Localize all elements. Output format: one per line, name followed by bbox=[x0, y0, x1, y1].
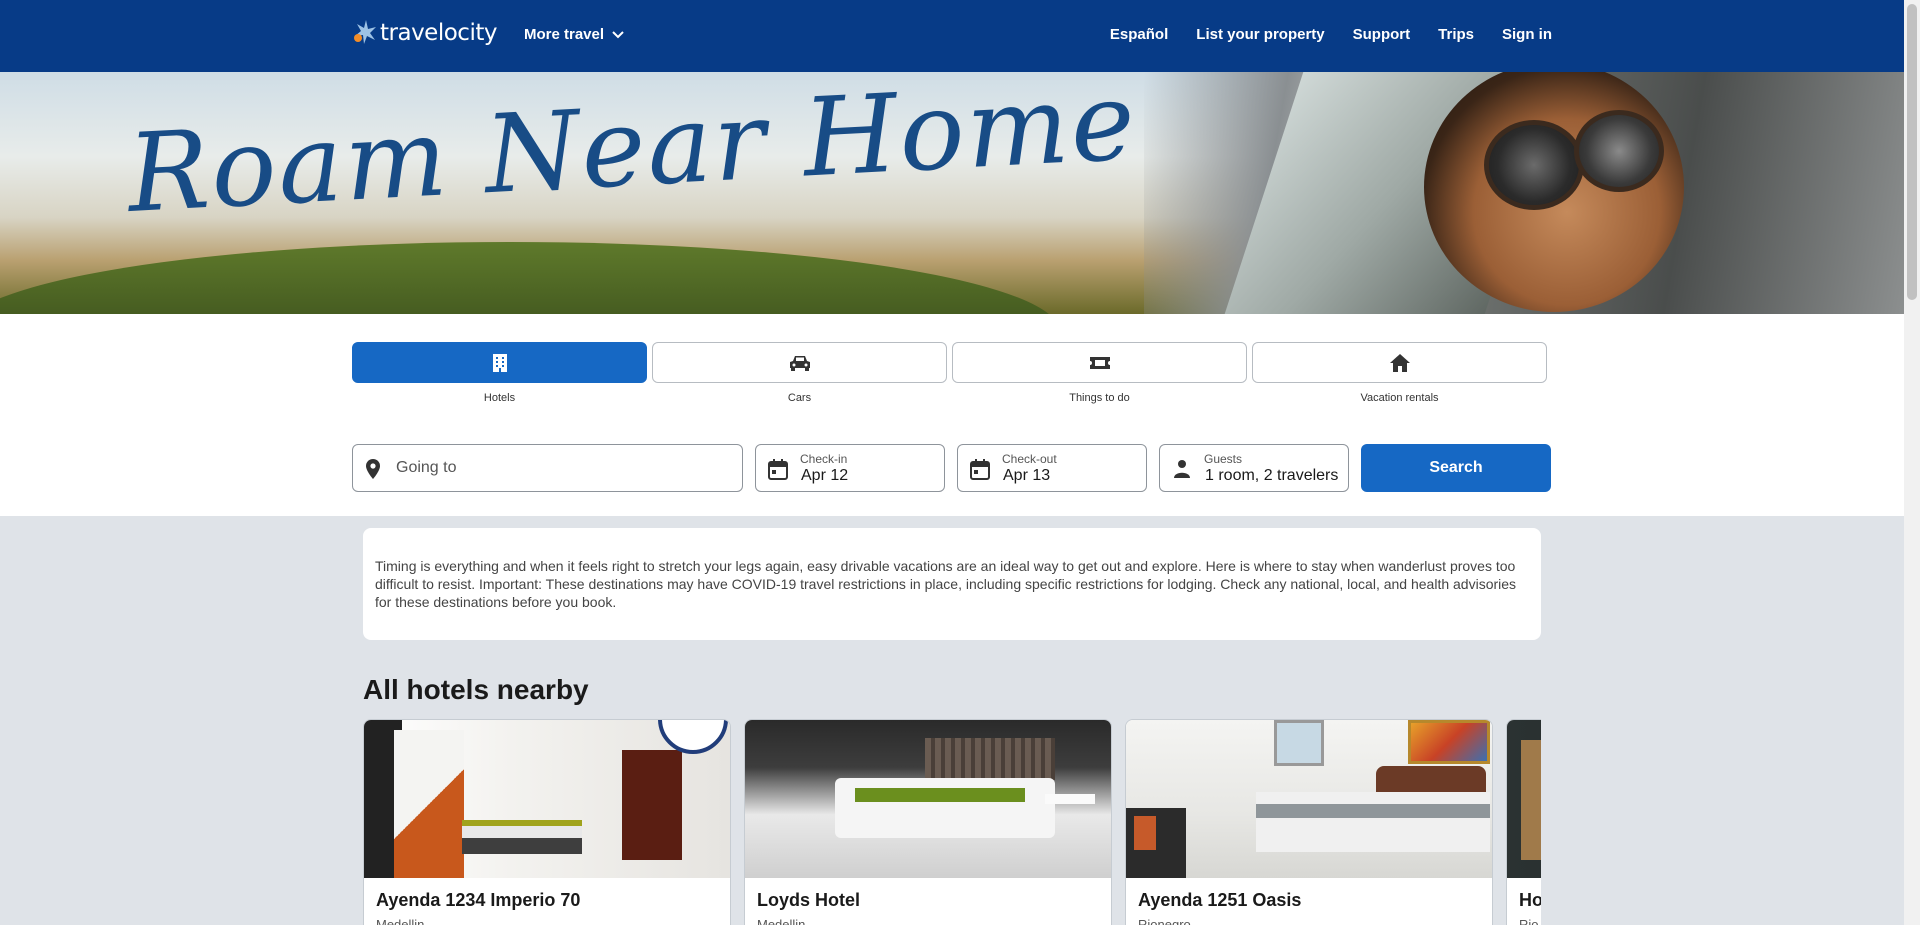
photo-bed-base bbox=[462, 838, 582, 854]
tab-vacation-rentals-button[interactable] bbox=[1252, 342, 1547, 383]
check-out-value: Apr 13 bbox=[1003, 467, 1051, 484]
photo-bed bbox=[835, 778, 1055, 838]
tab-hotels[interactable]: Hotels bbox=[352, 342, 647, 404]
nav-link-sign-in[interactable]: Sign in bbox=[1502, 26, 1552, 43]
check-in-value: Apr 12 bbox=[801, 467, 849, 484]
hotel-name[interactable]: Ayenda 1234 Imperio 70 bbox=[376, 890, 580, 911]
travelocity-logo[interactable]: travelocity bbox=[352, 18, 497, 48]
guests-value: 1 room, 2 travelers bbox=[1205, 467, 1339, 484]
scrollbar-thumb[interactable] bbox=[1907, 4, 1917, 300]
person-icon bbox=[1174, 460, 1190, 478]
hotel-photo[interactable] bbox=[1126, 720, 1492, 878]
page-scrollbar[interactable] bbox=[1904, 0, 1920, 925]
hotel-location: Rionegro bbox=[1138, 917, 1191, 925]
check-in-label: Check-in bbox=[800, 452, 848, 466]
nav-link-trips[interactable]: Trips bbox=[1438, 26, 1474, 43]
guests-label: Guests bbox=[1204, 452, 1243, 466]
tab-cars-button[interactable] bbox=[652, 342, 947, 383]
hero-hillside bbox=[0, 242, 1060, 314]
hotel-location: Rio bbox=[1519, 917, 1539, 925]
photo-bed bbox=[1256, 792, 1490, 852]
location-pin-icon bbox=[366, 459, 380, 479]
hotel-card[interactable]: Loyds Hotel Medellin bbox=[744, 719, 1112, 925]
hotel-location: Medellin bbox=[757, 917, 806, 925]
tab-cars-label: Cars bbox=[787, 392, 812, 404]
hotel-photo[interactable] bbox=[745, 720, 1111, 878]
intro-card: Timing is everything and when it feels r… bbox=[363, 528, 1541, 640]
photo-shelf bbox=[1045, 794, 1095, 804]
tab-things-to-do-button[interactable] bbox=[952, 342, 1247, 383]
more-travel-menu[interactable]: More travel bbox=[524, 26, 624, 43]
tab-hotels-label: Hotels bbox=[483, 392, 516, 404]
photo-headboard bbox=[925, 738, 1055, 780]
hotel-photo[interactable] bbox=[1507, 720, 1541, 878]
ticket-icon bbox=[1089, 356, 1110, 369]
photo-wardrobe bbox=[622, 750, 682, 860]
header-nav-links: Español List your property Support Trips… bbox=[1110, 26, 1552, 43]
nav-link-list-property[interactable]: List your property bbox=[1196, 26, 1324, 43]
logo-text: travelocity bbox=[380, 20, 497, 46]
going-to-field[interactable]: Going to bbox=[352, 444, 743, 492]
hotel-carousel: Ayenda 1234 Imperio 70 Medellin Loyds Ho… bbox=[363, 719, 1541, 925]
photo-bed-runner bbox=[1256, 804, 1490, 818]
chevron-down-icon bbox=[612, 30, 624, 38]
photo-window bbox=[1274, 720, 1324, 766]
calendar-icon bbox=[970, 459, 990, 480]
search-button[interactable]: Search bbox=[1361, 444, 1551, 492]
photo-bed-runner bbox=[855, 788, 1025, 802]
going-to-placeholder: Going to bbox=[396, 459, 457, 476]
search-section: Hotels Cars Things to do Vacation rental… bbox=[0, 314, 1904, 516]
hotel-search-form: Going to Check-in Apr 12 Check-out Apr 1… bbox=[352, 444, 1551, 492]
tab-cars[interactable]: Cars bbox=[652, 342, 947, 404]
check-in-field[interactable]: Check-in Apr 12 bbox=[755, 444, 945, 492]
photo-chair bbox=[1134, 816, 1156, 850]
hotel-name[interactable]: Ayenda 1251 Oasis bbox=[1138, 890, 1301, 911]
intro-text: Timing is everything and when it feels r… bbox=[375, 558, 1517, 610]
hotel-photo[interactable] bbox=[364, 720, 730, 878]
hotel-card[interactable]: Ayenda 1234 Imperio 70 Medellin bbox=[363, 719, 731, 925]
hotel-location: Medellin bbox=[376, 917, 425, 925]
more-travel-label: More travel bbox=[524, 26, 605, 43]
tab-things-to-do[interactable]: Things to do bbox=[952, 342, 1247, 404]
tab-things-to-do-label: Things to do bbox=[1069, 392, 1130, 404]
car-icon bbox=[789, 355, 810, 371]
check-out-label: Check-out bbox=[1002, 452, 1057, 466]
photo-painting bbox=[1408, 720, 1490, 764]
photo-wood-panel bbox=[1521, 740, 1541, 860]
guests-field[interactable]: Guests 1 room, 2 travelers bbox=[1159, 444, 1349, 492]
hero-banner: Roam Near Home bbox=[0, 72, 1904, 314]
nav-link-support[interactable]: Support bbox=[1353, 26, 1411, 43]
hotel-name[interactable]: Loyds Hotel bbox=[757, 890, 860, 911]
calendar-icon bbox=[768, 459, 788, 480]
search-type-tabs: Hotels Cars Things to do Vacation rental… bbox=[352, 342, 1547, 404]
tab-vacation-rentals-label: Vacation rentals bbox=[1360, 392, 1439, 404]
hotel-card[interactable]: Ho Rio bbox=[1506, 719, 1541, 925]
photo-badge bbox=[658, 720, 728, 754]
house-icon bbox=[1389, 353, 1410, 372]
nav-link-espanol[interactable]: Español bbox=[1110, 26, 1168, 43]
hero-sunglasses-right bbox=[1574, 110, 1664, 192]
hero-title: Roam Near Home bbox=[124, 72, 1140, 237]
top-navigation-bar: travelocity More travel Español List you… bbox=[0, 0, 1904, 72]
check-out-field[interactable]: Check-out Apr 13 bbox=[957, 444, 1147, 492]
tab-vacation-rentals[interactable]: Vacation rentals bbox=[1252, 342, 1547, 404]
hotel-name[interactable]: Ho bbox=[1519, 890, 1541, 911]
hotel-card[interactable]: Ayenda 1251 Oasis Rionegro bbox=[1125, 719, 1493, 925]
tab-hotels-button[interactable] bbox=[352, 342, 647, 383]
hero-sunglasses-left bbox=[1484, 120, 1584, 210]
star-logo-icon bbox=[354, 20, 376, 44]
photo-orange-wall bbox=[394, 730, 464, 878]
section-title: All hotels nearby bbox=[363, 674, 589, 705]
building-icon bbox=[492, 353, 507, 372]
